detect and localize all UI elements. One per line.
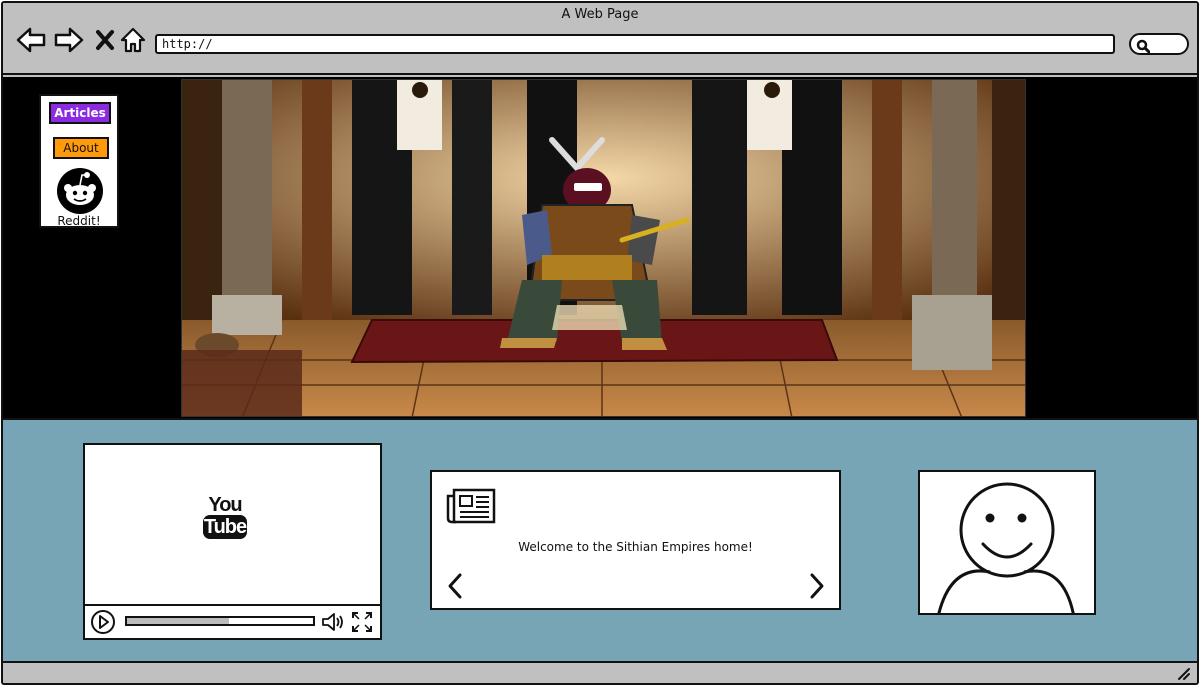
samurai-in-dojo-photo bbox=[182, 80, 1025, 416]
chevron-left-icon[interactable] bbox=[446, 572, 464, 600]
hero-section: Articles About Reddit! bbox=[3, 77, 1197, 420]
carousel-message: Welcome to the Sithian Empires home! bbox=[518, 540, 753, 554]
video-controls bbox=[85, 604, 380, 638]
volume-icon[interactable] bbox=[321, 611, 347, 633]
video-progress-bar[interactable] bbox=[125, 616, 315, 626]
news-carousel: Welcome to the Sithian Empires home! bbox=[430, 470, 841, 610]
window-title: A Web Page bbox=[561, 7, 639, 22]
search-icon bbox=[1136, 39, 1150, 53]
home-button[interactable] bbox=[117, 25, 149, 55]
forward-arrow-icon bbox=[54, 27, 84, 53]
browser-window: A Web Page http:// Articles About Reddit… bbox=[1, 1, 1199, 685]
youtube-logo-bottom: Tube bbox=[203, 515, 247, 539]
close-x-icon bbox=[96, 30, 114, 50]
side-navigation: Articles About Reddit! bbox=[39, 94, 119, 228]
chevron-right-icon[interactable] bbox=[808, 572, 826, 600]
status-bar bbox=[3, 661, 1197, 683]
nav-about-button[interactable]: About bbox=[53, 137, 109, 159]
browser-toolbar: A Web Page http:// bbox=[3, 3, 1197, 75]
reddit-label: Reddit! bbox=[57, 214, 101, 228]
address-bar[interactable]: http:// bbox=[155, 34, 1115, 54]
resize-grip-icon[interactable] bbox=[1177, 667, 1191, 681]
search-field[interactable] bbox=[1129, 33, 1189, 55]
youtube-logo: You Tube bbox=[203, 495, 247, 539]
nav-articles-button[interactable]: Articles bbox=[49, 102, 111, 124]
video-player[interactable]: You Tube bbox=[83, 443, 382, 640]
back-arrow-icon bbox=[16, 27, 46, 53]
play-icon[interactable] bbox=[90, 609, 116, 635]
youtube-logo-top: You bbox=[208, 494, 242, 516]
home-icon bbox=[120, 27, 146, 53]
reddit-logo-icon[interactable] bbox=[55, 166, 105, 216]
fullscreen-icon[interactable] bbox=[351, 611, 373, 633]
forward-button[interactable] bbox=[53, 25, 85, 55]
user-avatar-icon bbox=[937, 482, 1075, 613]
back-button[interactable] bbox=[15, 25, 47, 55]
user-avatar[interactable] bbox=[918, 470, 1096, 615]
video-progress-fill bbox=[127, 618, 230, 624]
content-area: You Tube Welcome to the Sithian Empires … bbox=[3, 420, 1197, 661]
hero-image bbox=[181, 79, 1026, 417]
newspaper-icon bbox=[446, 488, 496, 524]
